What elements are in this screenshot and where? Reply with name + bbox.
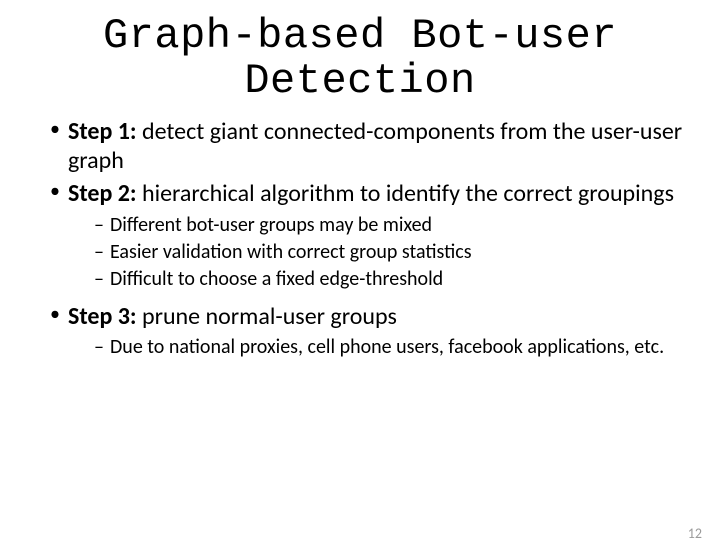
- page-number: 12: [688, 525, 702, 540]
- slide: Graph-based Bot-user Detection Step 1: d…: [0, 14, 720, 540]
- bullet-list: Step 1: detect giant connected-component…: [30, 117, 690, 360]
- sub-bullet-list: Different bot-user groups may be mixed E…: [68, 213, 690, 292]
- bullet-label: Step 3:: [68, 302, 137, 331]
- sub-bullet: Easier validation with correct group sta…: [94, 240, 690, 265]
- sub-bullet-list: Due to national proxies, cell phone user…: [68, 335, 690, 360]
- bullet-text: detect giant connected-components from t…: [68, 117, 682, 175]
- sub-bullet: Different bot-user groups may be mixed: [94, 213, 690, 238]
- sub-bullet: Difficult to choose a fixed edge-thresho…: [94, 267, 690, 292]
- slide-title: Graph-based Bot-user Detection: [0, 14, 720, 105]
- bullet-step-2: Step 2: hierarchical algorithm to identi…: [50, 179, 690, 291]
- bullet-step-1: Step 1: detect giant connected-component…: [50, 117, 690, 176]
- bullet-text: prune normal-user groups: [137, 302, 397, 331]
- sub-bullet: Due to national proxies, cell phone user…: [94, 335, 690, 360]
- bullet-step-3: Step 3: prune normal-user groups Due to …: [50, 302, 690, 360]
- bullet-text: hierarchical algorithm to identify the c…: [137, 179, 674, 208]
- bullet-label: Step 2:: [68, 179, 137, 208]
- bullet-label: Step 1:: [68, 117, 137, 146]
- slide-body: Step 1: detect giant connected-component…: [0, 117, 720, 360]
